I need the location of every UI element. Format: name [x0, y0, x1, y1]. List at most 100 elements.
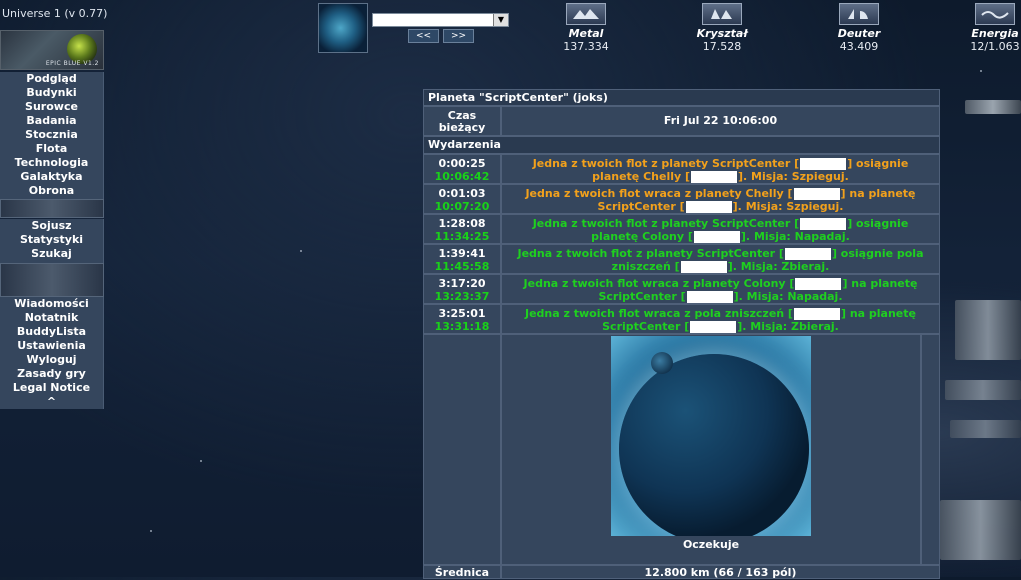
- redacted-coordinates[interactable]: [795, 278, 842, 290]
- event-text-part: Jedna z twoich flot wraca z planety Chel…: [525, 187, 793, 200]
- redacted-coordinates[interactable]: [680, 261, 727, 273]
- event-text-part: ]. Misja: Zbieraj.: [737, 320, 839, 333]
- event-time-cell: 3:25:01 13:31:18: [423, 304, 501, 334]
- star: [150, 530, 152, 532]
- redacted-coordinates[interactable]: [691, 171, 738, 183]
- menu-item-zasady-gry[interactable]: Zasady gry: [0, 367, 103, 381]
- spaceship-decoration: [940, 500, 1021, 560]
- spaceship-decoration: [955, 300, 1021, 360]
- menu-item-stocznia[interactable]: Stocznia: [0, 128, 103, 142]
- menu-item-technologia[interactable]: Technologia: [0, 156, 103, 170]
- menu-item-szukaj[interactable]: Szukaj: [0, 247, 103, 261]
- next-planet-button[interactable]: >>: [443, 29, 474, 43]
- event-text-part: Jedna z twoich flot wraca z pola zniszcz…: [525, 307, 793, 320]
- redacted-coordinates[interactable]: [793, 308, 840, 320]
- event-countdown: 1:39:41: [438, 247, 486, 260]
- moon-icon: [651, 352, 673, 374]
- account-menu: Wiadomości Notatnik BuddyLista Ustawieni…: [0, 297, 104, 409]
- menu-item-wiadomosci[interactable]: Wiadomości: [0, 297, 103, 311]
- event-description: Jedna z twoich flot z planety ScriptCent…: [501, 154, 940, 184]
- metal-icon: [566, 3, 606, 25]
- spaceship-decoration: [965, 100, 1021, 114]
- menu-item-notatnik[interactable]: Notatnik: [0, 311, 103, 325]
- current-planet-thumbnail[interactable]: [318, 3, 368, 53]
- menu-item-ustawienia[interactable]: Ustawienia: [0, 339, 103, 353]
- planet-image[interactable]: [611, 336, 811, 536]
- crystal-icon: [702, 3, 742, 25]
- menu-item-budynki[interactable]: Budynki: [0, 86, 103, 100]
- event-description: Jedna z twoich flot z planety ScriptCent…: [501, 214, 940, 244]
- redacted-coordinates[interactable]: [784, 248, 831, 260]
- event-time-cell: 0:00:25 10:06:42: [423, 154, 501, 184]
- current-time-value: Fri Jul 22 10:06:00: [501, 106, 940, 136]
- community-menu: Sojusz Statystyki Szukaj: [0, 219, 104, 263]
- menu-separator: [0, 199, 104, 218]
- menu-item-sojusz[interactable]: Sojusz: [0, 219, 103, 233]
- star: [300, 250, 302, 252]
- event-arrival-time: 10:07:20: [434, 200, 490, 213]
- event-text-part: ]. Misja: Szpieguj.: [732, 200, 844, 213]
- menu-item-galaktyka[interactable]: Galaktyka: [0, 170, 103, 184]
- star: [980, 70, 982, 72]
- redacted-coordinates[interactable]: [686, 291, 733, 303]
- previous-planet-button[interactable]: <<: [408, 29, 439, 43]
- spaceship-decoration: [945, 380, 1021, 400]
- menu-item-legal-notice[interactable]: Legal Notice: [0, 381, 103, 395]
- menu-item-badania[interactable]: Badania: [0, 114, 103, 128]
- menu-item-statystyki[interactable]: Statystyki: [0, 233, 103, 247]
- event-time-cell: 1:39:41 11:45:58: [423, 244, 501, 274]
- menu-item-flota[interactable]: Flota: [0, 142, 103, 156]
- event-countdown: 1:28:08: [438, 217, 486, 230]
- resource-metal: Metal 137.334: [541, 3, 631, 53]
- universe-version: Universe 1 (v 0.77): [2, 7, 108, 20]
- event-countdown: 3:17:20: [438, 277, 486, 290]
- event-arrival-time: 13:23:37: [434, 290, 490, 303]
- redacted-coordinates[interactable]: [800, 218, 847, 230]
- menu-item-surowce[interactable]: Surowce: [0, 100, 103, 114]
- redacted-coordinates[interactable]: [793, 188, 840, 200]
- event-time-cell: 1:28:08 11:34:25: [423, 214, 501, 244]
- deuterium-icon: [839, 3, 879, 25]
- event-text-part: Jedna z twoich flot z planety ScriptCent…: [532, 157, 800, 170]
- planet-sphere: [619, 354, 809, 536]
- event-text-part: Jedna z twoich flot wraca z planety Colo…: [523, 277, 795, 290]
- redacted-coordinates[interactable]: [685, 201, 732, 213]
- resource-name: Metal: [568, 27, 604, 40]
- event-text-part: Jedna z twoich flot z planety ScriptCent…: [532, 217, 800, 230]
- event-arrival-time: 11:45:58: [434, 260, 490, 273]
- spaceship-decoration: [950, 420, 1021, 438]
- redacted-coordinates[interactable]: [800, 158, 847, 170]
- event-text-part: ]. Misja: Szpieguj.: [738, 170, 849, 183]
- menu-item-obrona[interactable]: Obrona: [0, 184, 103, 198]
- events-header: Wydarzenia: [423, 136, 940, 154]
- event-arrival-time: 10:06:42: [434, 170, 490, 183]
- menu-item-scroll-top[interactable]: ^: [0, 395, 103, 409]
- resource-deuterium: Deuter 43.409: [814, 3, 904, 53]
- chevron-down-icon[interactable]: ▼: [493, 14, 508, 26]
- resource-value: 43.409: [839, 40, 879, 53]
- resource-name: Deuter: [837, 27, 881, 40]
- event-countdown: 0:01:03: [438, 187, 486, 200]
- event-time-cell: 0:01:03 10:07:20: [423, 184, 501, 214]
- menu-item-buddylista[interactable]: BuddyLista: [0, 325, 103, 339]
- event-text-part: Jedna z twoich flot z planety ScriptCent…: [517, 247, 784, 260]
- star: [200, 460, 202, 462]
- event-text-part: ]. Misja: Zbieraj.: [727, 260, 830, 273]
- redacted-coordinates[interactable]: [693, 231, 740, 243]
- resource-value: 17.528: [702, 40, 742, 53]
- menu-separator: [0, 263, 104, 297]
- resource-name: Energia: [971, 27, 1019, 40]
- redacted-coordinates[interactable]: [690, 321, 737, 333]
- event-arrival-time: 11:34:25: [434, 230, 490, 243]
- event-text-part: ]. Misja: Napadaj.: [740, 230, 850, 243]
- planet-image-left-cell: [423, 334, 501, 565]
- skin-banner: EPIC BLUE V1.2: [0, 30, 104, 70]
- energy-icon: [975, 3, 1015, 25]
- planet-image-right-cell: [921, 334, 940, 565]
- planet-status: Oczekuje: [682, 538, 740, 551]
- planet-select[interactable]: ▼: [372, 13, 509, 27]
- menu-item-wyloguj[interactable]: Wyloguj: [0, 353, 103, 367]
- resource-name: Kryształ: [696, 27, 748, 40]
- resource-value: 12/1.063: [970, 40, 1020, 53]
- menu-item-podglad[interactable]: Podgląd: [0, 72, 103, 86]
